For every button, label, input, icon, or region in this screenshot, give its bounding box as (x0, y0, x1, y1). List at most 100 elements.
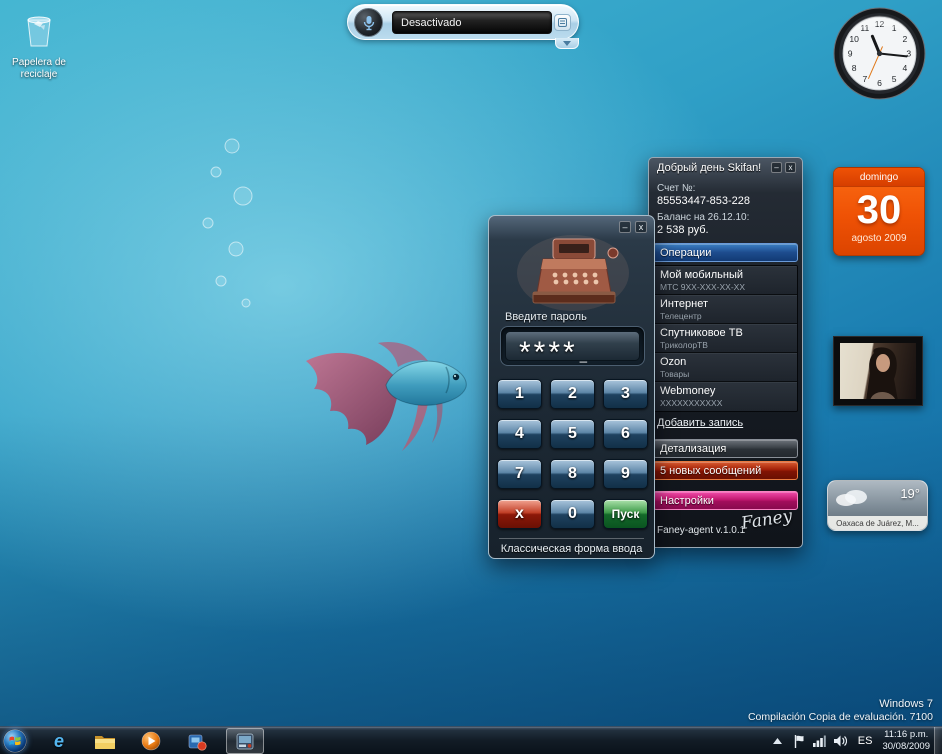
operation-name: Ozon (660, 356, 791, 369)
operation-name: Спутниковое ТВ (660, 327, 791, 340)
internet-explorer-button[interactable]: e (44, 728, 74, 754)
keypad-key-4[interactable]: 4 (497, 419, 542, 449)
agent-titlebar[interactable]: Добрый день Skifan! – x (649, 158, 802, 178)
password-window: – x Введите пароль **** _ 1 (488, 215, 655, 559)
balance-label: Баланс на 26.12.10: (657, 212, 749, 223)
recycle-bin[interactable]: Papelera de reciclaje (8, 12, 70, 80)
weather-gadget[interactable]: 19° Oaxaca de Juárez, M... (827, 480, 928, 531)
recycle-bin-label: Papelera de reciclaje (8, 57, 70, 80)
agent-window-title: Добрый день Skifan! (657, 162, 761, 174)
action-center-button[interactable] (792, 733, 806, 749)
keypad-key-8[interactable]: 8 (550, 459, 595, 489)
desktop: Papelera de reciclaje Desactivado (0, 0, 942, 754)
speech-widget-dropdown-tab[interactable] (555, 38, 579, 49)
show-hidden-icons-button[interactable] (771, 733, 785, 749)
operations-header[interactable]: Операции (653, 243, 798, 262)
app-launcher-button[interactable] (182, 728, 212, 754)
password-prompt: Введите пароль (505, 311, 587, 323)
faney-agent-window: Добрый день Skifan! – x Счет №: 85553447… (648, 157, 803, 548)
photo-slideshow-gadget[interactable] (833, 336, 923, 406)
network-status-button[interactable] (813, 733, 827, 749)
microphone-icon (363, 15, 375, 31)
speech-recognition-widget[interactable]: Desactivado (347, 4, 579, 40)
watermark-line2: Compilación Copia de evaluación. 7100 (748, 711, 933, 723)
language-indicator[interactable]: ES (855, 733, 876, 749)
minimize-button[interactable]: – (771, 162, 782, 173)
taskbar: e (0, 726, 942, 754)
settings-button[interactable]: Настройки (653, 491, 798, 510)
clock-gadget[interactable]: 12 1 2 3 4 5 6 7 8 9 10 11 (833, 7, 926, 100)
keypad-key-0[interactable]: 0 (550, 499, 595, 529)
speech-widget-menu-button[interactable] (554, 14, 571, 31)
bubbles-decoration (180, 130, 280, 320)
new-messages-button[interactable]: 5 новых сообщений (653, 461, 798, 480)
keypad-key-9[interactable]: 9 (603, 459, 648, 489)
clock-numeral: 9 (848, 49, 853, 59)
password-value: **** (519, 336, 578, 370)
account-number: 85553447-853-228 (657, 195, 750, 207)
balance-value: 2 538 руб. (657, 224, 709, 236)
show-desktop-button[interactable] (934, 727, 942, 754)
text-cursor: _ (580, 348, 587, 363)
recycle-bin-icon (22, 12, 56, 50)
add-record-link[interactable]: Добавить запись (657, 417, 743, 429)
photo-content (840, 343, 916, 399)
password-input[interactable]: **** _ (500, 326, 645, 366)
windows-explorer-button[interactable] (90, 728, 120, 754)
flag-icon (794, 735, 804, 748)
clock-numeral: 8 (852, 63, 857, 73)
operation-detail: ТриколорТВ (660, 340, 791, 350)
operation-detail: XXXXXXXXXXX (660, 398, 791, 408)
operation-detail: Товары (660, 369, 791, 379)
speech-status-field: Desactivado (392, 11, 552, 34)
operation-name: Интернет (660, 298, 791, 311)
clock-numeral: 6 (877, 78, 882, 88)
weather-location: Oaxaca de Juárez, M... (828, 516, 927, 530)
active-app-icon (236, 733, 254, 750)
start-button[interactable] (3, 729, 27, 753)
list-item[interactable]: Webmoney XXXXXXXXXXX (654, 382, 797, 411)
calendar-month-year: agosto 2009 (834, 233, 924, 244)
network-icon (813, 735, 826, 747)
enter-key[interactable]: Пуск (603, 499, 648, 529)
close-button[interactable]: x (635, 221, 647, 233)
clock-numeral: 10 (849, 34, 859, 44)
keypad-key-1[interactable]: 1 (497, 379, 542, 409)
version-label: Faney-agent v.1.0.1 (657, 525, 745, 536)
list-item[interactable]: Ozon Товары (654, 353, 797, 382)
keypad-key-2[interactable]: 2 (550, 379, 595, 409)
operation-name: Webmoney (660, 385, 791, 398)
list-item[interactable]: Интернет Телецентр (654, 295, 797, 324)
speaker-icon (834, 735, 847, 747)
cash-register-image (513, 229, 633, 311)
calendar-gadget[interactable]: domingo 30 agosto 2009 (833, 167, 925, 256)
volume-button[interactable] (834, 733, 848, 749)
chevron-up-icon (773, 738, 782, 744)
build-watermark: Windows 7 Compilación Copia de evaluació… (748, 698, 933, 723)
account-label: Счет №: (657, 183, 695, 194)
microphone-button[interactable] (354, 8, 383, 37)
calendar-weekday: domingo (834, 168, 924, 187)
media-player-button[interactable] (136, 728, 166, 754)
analog-clock: 12 1 2 3 4 5 6 7 8 9 10 11 (833, 7, 926, 100)
tray-clock[interactable]: 11:16 p.m. 30/08/2009 (882, 729, 930, 753)
cloud-icon (834, 487, 870, 507)
details-button[interactable]: Детализация (653, 439, 798, 458)
clock-numeral: 4 (902, 63, 907, 73)
cancel-key[interactable]: x (497, 499, 542, 529)
active-taskbar-button[interactable] (226, 728, 264, 754)
classic-input-link[interactable]: Классическая форма ввода (489, 543, 654, 555)
keypad-key-3[interactable]: 3 (603, 379, 648, 409)
list-item[interactable]: Спутниковое ТВ ТриколорТВ (654, 324, 797, 353)
keypad-key-7[interactable]: 7 (497, 459, 542, 489)
close-button[interactable]: x (785, 162, 796, 173)
windows-logo-icon (3, 729, 27, 753)
clock-numeral: 7 (862, 74, 867, 84)
betta-fish (278, 323, 490, 465)
photo-portrait (840, 343, 916, 399)
tray-time: 11:16 p.m. (882, 729, 930, 741)
keypad-key-6[interactable]: 6 (603, 419, 648, 449)
keypad-key-5[interactable]: 5 (550, 419, 595, 449)
watermark-line1: Windows 7 (748, 698, 933, 710)
list-item[interactable]: Мой мобильный МТС 9XX-XXX-XX-XX (654, 266, 797, 295)
